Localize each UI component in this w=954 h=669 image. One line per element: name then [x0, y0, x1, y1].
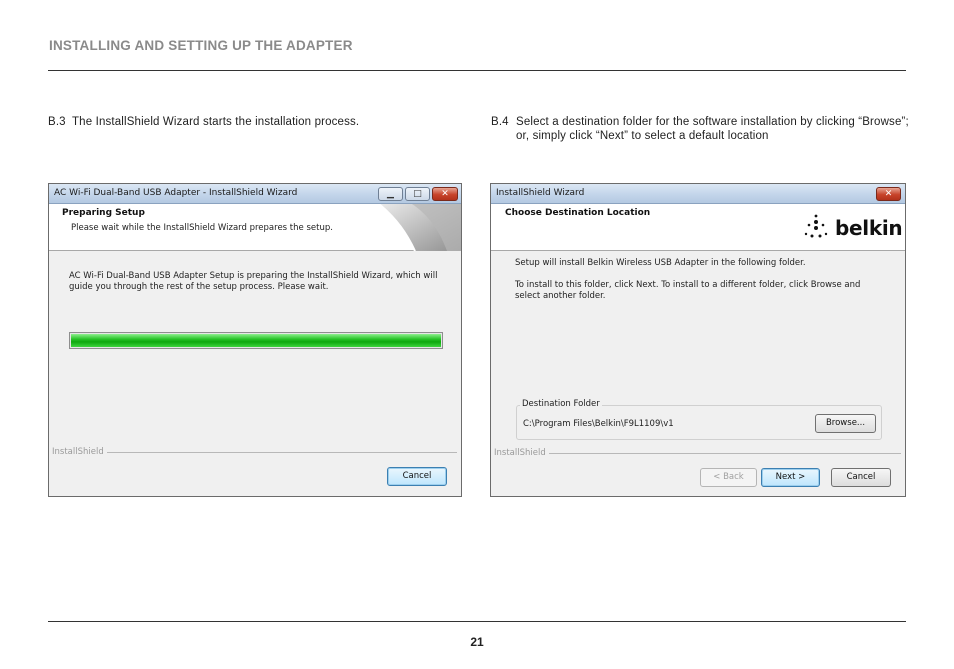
close-button[interactable]: ✕ [876, 187, 901, 201]
step-text: The InstallShield Wizard starts the inst… [72, 116, 360, 128]
top-rule [48, 70, 906, 71]
body-text: AC Wi-Fi Dual-Band USB Adapter Setup is … [69, 271, 438, 292]
installshield-label: InstallShield [494, 448, 549, 458]
preparing-setup-dialog: AC Wi-Fi Dual-Band USB Adapter - Install… [48, 183, 462, 497]
belkin-logo-text: belkin [835, 216, 903, 240]
header-title: Preparing Setup [62, 208, 145, 218]
page-number: 21 [470, 635, 484, 649]
choose-destination-dialog: InstallShield Wizard ✕ Choose Destinatio… [490, 183, 906, 497]
close-icon: ✕ [884, 189, 893, 199]
instruction-text: To install to this folder, click Next. T… [515, 280, 861, 301]
minimize-icon: ▁ [387, 189, 394, 199]
maximize-button[interactable]: □ [405, 187, 430, 201]
step-number: B.3 [48, 116, 66, 128]
step-number: B.4 [491, 116, 509, 128]
close-icon: ✕ [441, 189, 449, 199]
step-b4: B.4 Select a destination folder for the … [491, 115, 911, 143]
maximize-icon: □ [413, 189, 422, 199]
titlebar[interactable]: AC Wi-Fi Dual-Band USB Adapter - Install… [49, 184, 461, 204]
cancel-button[interactable]: Cancel [831, 468, 891, 487]
header-panel: Preparing Setup Please wait while the In… [49, 204, 461, 251]
group-label: Destination Folder [520, 399, 602, 409]
folder-path: C:\Program Files\Belkin\F9L1109\v1 [523, 419, 674, 429]
step-text: Select a destination folder for the soft… [516, 116, 909, 142]
intro-text: Setup will install Belkin Wireless USB A… [515, 258, 806, 268]
minimize-button[interactable]: ▁ [378, 187, 403, 201]
belkin-logo-icon [804, 214, 828, 238]
back-button[interactable]: < Back [700, 468, 757, 487]
installshield-graphic [378, 204, 461, 251]
progress-bar [69, 332, 443, 349]
header-panel: Choose Destination Location belkin [491, 204, 905, 251]
progress-fill [71, 334, 441, 347]
browse-button[interactable]: Browse... [815, 414, 876, 433]
step-b3: B.3 The InstallShield Wizard starts the … [48, 115, 448, 129]
window-title: InstallShield Wizard [496, 188, 585, 198]
separator-line [547, 453, 901, 454]
cancel-button[interactable]: Cancel [387, 467, 447, 486]
installshield-label: InstallShield [52, 447, 107, 457]
header-subtitle: Please wait while the InstallShield Wiza… [71, 223, 333, 233]
window-title: AC Wi-Fi Dual-Band USB Adapter - Install… [54, 188, 298, 198]
titlebar[interactable]: InstallShield Wizard ✕ [491, 184, 905, 204]
bottom-rule [48, 621, 906, 622]
separator-line [101, 452, 457, 453]
next-button[interactable]: Next > [761, 468, 820, 487]
close-button[interactable]: ✕ [432, 187, 458, 201]
page-header: INSTALLING AND SETTING UP THE ADAPTER [49, 38, 353, 53]
header-title: Choose Destination Location [505, 208, 651, 218]
